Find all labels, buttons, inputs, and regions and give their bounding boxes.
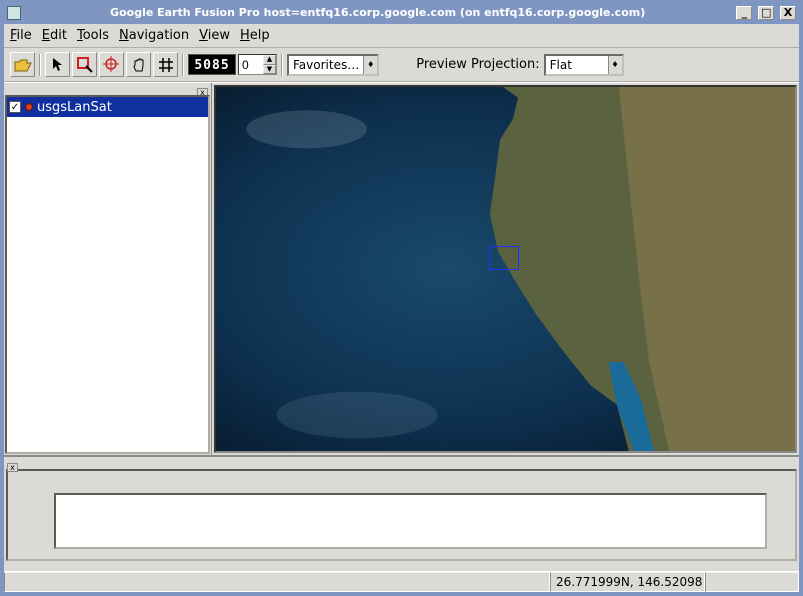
menu-help[interactable]: Help bbox=[240, 28, 270, 43]
maximize-button[interactable]: □ bbox=[758, 6, 774, 20]
layer-item[interactable]: ✓ usgsLanSat bbox=[7, 97, 208, 117]
toolbar: 5085 ▲ ▼ Favorites… ♦ Preview Projection… bbox=[4, 48, 799, 82]
pan-tool[interactable] bbox=[126, 52, 151, 77]
menubar: File Edit Tools Navigation View Help bbox=[4, 24, 799, 48]
zoom-display: 5085 bbox=[188, 54, 236, 75]
titlebar: Google Earth Fusion Pro host=entfq16.cor… bbox=[4, 4, 799, 24]
folder-open-icon bbox=[14, 58, 32, 72]
minimize-button[interactable]: _ bbox=[736, 6, 752, 20]
open-button[interactable] bbox=[10, 52, 35, 77]
projection-combo[interactable]: Flat ♦ bbox=[544, 54, 624, 76]
map-preview[interactable] bbox=[214, 85, 797, 453]
window-title: Google Earth Fusion Pro host=entfq16.cor… bbox=[21, 6, 734, 19]
zoom-box-icon bbox=[76, 56, 94, 74]
layer-tree[interactable]: ✓ usgsLanSat bbox=[5, 95, 210, 454]
layer-label: usgsLanSat bbox=[37, 100, 112, 115]
menu-edit[interactable]: Edit bbox=[42, 28, 67, 43]
app-icon bbox=[7, 6, 21, 20]
favorites-combo[interactable]: Favorites… ♦ bbox=[287, 54, 379, 76]
crosshair-icon bbox=[103, 56, 121, 74]
toolbar-separator bbox=[281, 54, 283, 76]
toolbar-separator bbox=[39, 54, 41, 76]
projection-dropdown-button[interactable]: ♦ bbox=[608, 56, 622, 74]
thumbnail-strip[interactable] bbox=[54, 493, 767, 549]
menu-navigation[interactable]: Navigation bbox=[119, 28, 189, 43]
spin-up[interactable]: ▲ bbox=[263, 55, 276, 65]
cursor-icon bbox=[52, 57, 64, 73]
zoom-level-spinner[interactable]: ▲ ▼ bbox=[238, 54, 277, 75]
favorites-text: Favorites… bbox=[289, 56, 363, 74]
zoom-box-tool[interactable] bbox=[72, 52, 97, 77]
close-button[interactable]: X bbox=[780, 6, 796, 20]
projection-text: Flat bbox=[546, 56, 608, 74]
selection-box[interactable] bbox=[489, 246, 519, 270]
menu-file[interactable]: File bbox=[10, 28, 32, 43]
statusbar: 26.771999N, 146.52098 bbox=[4, 571, 799, 592]
pointer-tool[interactable] bbox=[45, 52, 70, 77]
thumbnail-close-button[interactable]: x bbox=[7, 463, 18, 472]
status-left bbox=[4, 572, 550, 592]
projection-label: Preview Projection: bbox=[416, 57, 539, 72]
status-coords: 26.771999N, 146.52098 bbox=[550, 572, 705, 592]
menu-tools[interactable]: Tools bbox=[77, 28, 109, 43]
thumbnail-panel: x bbox=[4, 455, 799, 571]
grid-tool[interactable] bbox=[153, 52, 178, 77]
favorites-dropdown-button[interactable]: ♦ bbox=[363, 56, 377, 74]
menu-view[interactable]: View bbox=[199, 28, 230, 43]
layer-checkbox[interactable]: ✓ bbox=[9, 101, 21, 113]
layer-status-icon bbox=[25, 103, 33, 111]
status-right bbox=[705, 572, 799, 592]
toolbar-separator bbox=[182, 54, 184, 76]
sidebar: x ✓ usgsLanSat bbox=[4, 83, 212, 455]
zoom-level-input[interactable] bbox=[239, 55, 263, 74]
zoom-drag-tool[interactable] bbox=[99, 52, 124, 77]
spin-down[interactable]: ▼ bbox=[263, 65, 276, 75]
grid-icon bbox=[158, 57, 174, 73]
hand-icon bbox=[131, 57, 147, 73]
